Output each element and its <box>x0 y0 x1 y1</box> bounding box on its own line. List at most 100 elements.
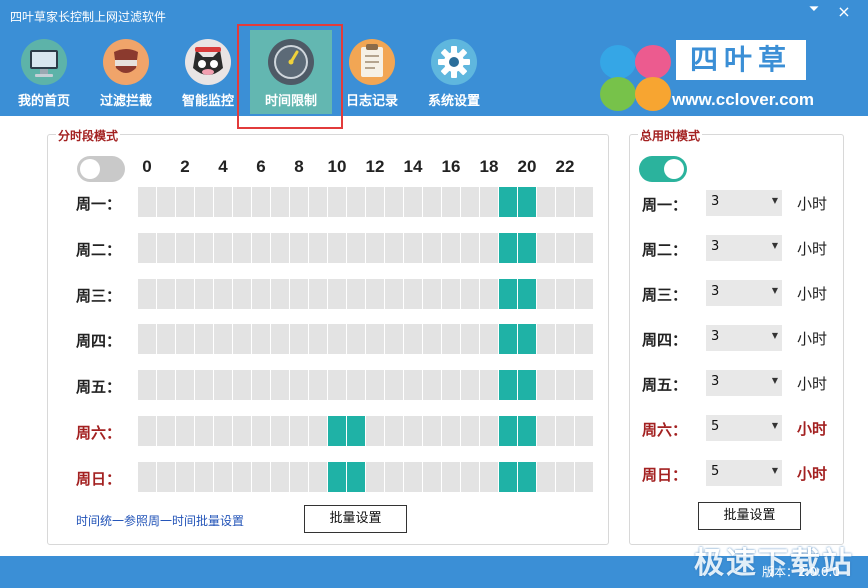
hour-cell[interactable] <box>366 233 384 263</box>
total-mode-toggle[interactable] <box>639 156 687 182</box>
batch-set-total-button[interactable]: 批量设置 <box>698 502 801 530</box>
hour-cell[interactable] <box>271 233 289 263</box>
hour-cell[interactable] <box>309 324 327 354</box>
nav-home[interactable]: 我的首页 <box>3 30 85 114</box>
hour-cell[interactable] <box>233 187 251 217</box>
hour-cell[interactable] <box>176 462 194 492</box>
hour-cell[interactable] <box>233 324 251 354</box>
hour-cell[interactable] <box>157 370 175 400</box>
hour-cell[interactable] <box>461 324 479 354</box>
hour-cell[interactable] <box>347 462 365 492</box>
hour-cell[interactable] <box>176 187 194 217</box>
hour-cell[interactable] <box>575 187 593 217</box>
hour-cell[interactable] <box>366 416 384 446</box>
hour-cell[interactable] <box>366 462 384 492</box>
hour-cell[interactable] <box>556 416 574 446</box>
hour-cell[interactable] <box>423 187 441 217</box>
hour-cell[interactable] <box>575 462 593 492</box>
hour-cell[interactable] <box>157 187 175 217</box>
hour-cell[interactable] <box>252 233 270 263</box>
hour-cell[interactable] <box>233 370 251 400</box>
hour-cell[interactable] <box>404 324 422 354</box>
minimize-icon[interactable]: ⏷ <box>806 3 822 18</box>
hour-cell[interactable] <box>575 279 593 309</box>
hour-cell[interactable] <box>233 233 251 263</box>
hour-cell[interactable] <box>518 187 536 217</box>
hour-cell[interactable] <box>556 233 574 263</box>
hour-cell[interactable] <box>214 416 232 446</box>
hour-cell[interactable] <box>347 279 365 309</box>
hour-cell[interactable] <box>499 279 517 309</box>
hour-cell[interactable] <box>518 416 536 446</box>
hour-cell[interactable] <box>214 233 232 263</box>
nav-filter[interactable]: 过滤拦截 <box>85 30 167 114</box>
hour-cell[interactable] <box>499 233 517 263</box>
hour-cell[interactable] <box>442 370 460 400</box>
hour-cell[interactable] <box>195 279 213 309</box>
hour-cell[interactable] <box>537 187 555 217</box>
hour-cell[interactable] <box>537 279 555 309</box>
hour-cell[interactable] <box>271 187 289 217</box>
hour-cell[interactable] <box>556 324 574 354</box>
hour-cell[interactable] <box>176 279 194 309</box>
hour-cell[interactable] <box>138 370 156 400</box>
hour-cell[interactable] <box>309 370 327 400</box>
hour-cell[interactable] <box>404 370 422 400</box>
hour-cell[interactable] <box>290 187 308 217</box>
hour-cell[interactable] <box>480 324 498 354</box>
hour-cell[interactable] <box>556 187 574 217</box>
hour-cell[interactable] <box>480 233 498 263</box>
hour-cell[interactable] <box>347 187 365 217</box>
hour-cell[interactable] <box>214 324 232 354</box>
hour-cell[interactable] <box>138 462 156 492</box>
hour-cell[interactable] <box>537 324 555 354</box>
hour-cell[interactable] <box>138 324 156 354</box>
hour-cell[interactable] <box>499 370 517 400</box>
hour-cell[interactable] <box>195 370 213 400</box>
hour-cell[interactable] <box>575 324 593 354</box>
hour-cell[interactable] <box>271 370 289 400</box>
hours-dropdown[interactable]: 3 ▼ <box>706 235 782 261</box>
hour-cell[interactable] <box>214 279 232 309</box>
hour-cell[interactable] <box>252 187 270 217</box>
hour-cell[interactable] <box>499 324 517 354</box>
hour-cell[interactable] <box>290 416 308 446</box>
hour-cell[interactable] <box>233 462 251 492</box>
hours-dropdown[interactable]: 3 ▼ <box>706 190 782 216</box>
hour-cell[interactable] <box>138 187 156 217</box>
hour-cell[interactable] <box>461 416 479 446</box>
hour-cell[interactable] <box>385 233 403 263</box>
hour-cell[interactable] <box>138 416 156 446</box>
hour-cell[interactable] <box>328 370 346 400</box>
hour-cell[interactable] <box>309 416 327 446</box>
hour-cell[interactable] <box>309 187 327 217</box>
hour-cell[interactable] <box>195 462 213 492</box>
hour-cell[interactable] <box>537 370 555 400</box>
hour-cell[interactable] <box>461 462 479 492</box>
hour-cell[interactable] <box>518 370 536 400</box>
hour-cell[interactable] <box>290 462 308 492</box>
hour-cell[interactable] <box>366 187 384 217</box>
hour-cell[interactable] <box>518 279 536 309</box>
hour-cell[interactable] <box>404 462 422 492</box>
hour-cell[interactable] <box>271 279 289 309</box>
hour-cell[interactable] <box>290 370 308 400</box>
hour-cell[interactable] <box>385 187 403 217</box>
hours-dropdown[interactable]: 3 ▼ <box>706 280 782 306</box>
hour-cell[interactable] <box>309 279 327 309</box>
hour-cell[interactable] <box>271 416 289 446</box>
hour-cell[interactable] <box>499 462 517 492</box>
hours-dropdown[interactable]: 3 ▼ <box>706 370 782 396</box>
hour-cell[interactable] <box>385 324 403 354</box>
hour-cell[interactable] <box>290 233 308 263</box>
hour-cell[interactable] <box>442 187 460 217</box>
hour-cell[interactable] <box>537 416 555 446</box>
hour-cell[interactable] <box>176 233 194 263</box>
hours-dropdown[interactable]: 5 ▼ <box>706 415 782 441</box>
hour-cell[interactable] <box>157 279 175 309</box>
hour-cell[interactable] <box>366 324 384 354</box>
hour-cell[interactable] <box>252 324 270 354</box>
hour-cell[interactable] <box>214 462 232 492</box>
hour-cell[interactable] <box>195 324 213 354</box>
hour-cell[interactable] <box>347 233 365 263</box>
